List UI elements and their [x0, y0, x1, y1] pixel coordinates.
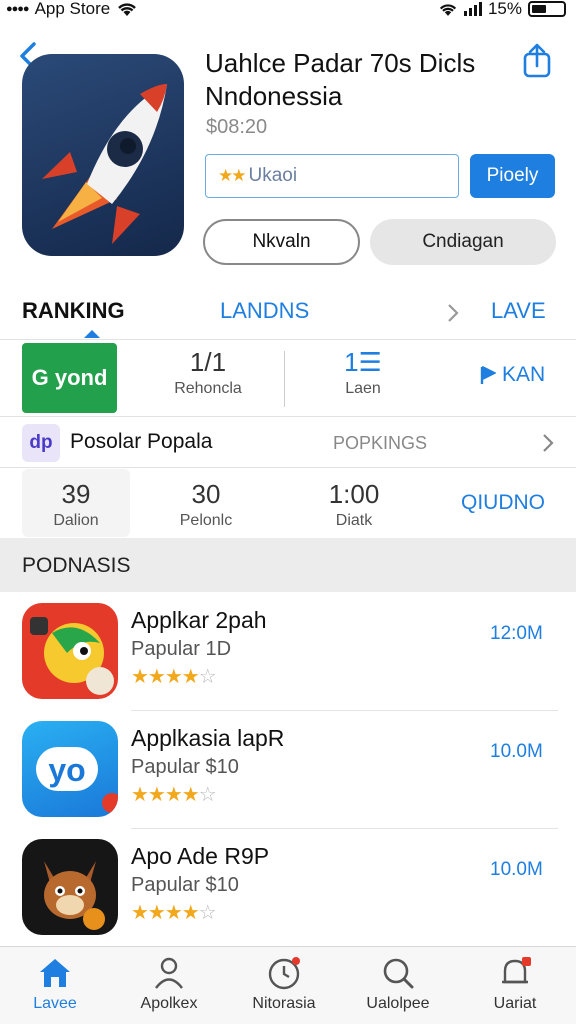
app-icon — [22, 54, 184, 256]
section-header: PODNASIS — [0, 538, 576, 592]
list-item-subtitle: Papular 1D — [131, 638, 232, 660]
list-item[interactable]: Applkar 2pah Papular 1D ★★★★☆ 12:0M — [0, 593, 576, 711]
app-icon — [22, 603, 118, 699]
tab-bar-item-updates[interactable]: Uariat — [460, 955, 570, 1013]
stat-label: Rehoncla — [174, 380, 242, 397]
list-item-subtitle: Papular $10 — [131, 874, 239, 896]
tab-landns[interactable]: LANDNS — [220, 298, 309, 324]
stat-b: 30 Pelonlc — [158, 479, 254, 530]
search-icon — [383, 958, 414, 989]
wifi-icon — [118, 3, 137, 16]
tab-bar: Lavee Apolkex Nitorasia Ualolpee Uariat — [0, 946, 576, 1024]
row-title: Posolar Popala — [70, 430, 213, 453]
qiudno-link[interactable]: QIUDNO — [461, 491, 545, 515]
app-icon — [22, 839, 118, 935]
list-item[interactable]: yo Applkasia lapR Papular $10 ★★★★☆ 10.0… — [0, 711, 576, 829]
stat-list: 1☰ Laen — [318, 347, 408, 398]
stat-label: Pelonlc — [179, 512, 233, 529]
star-rating: ★★★★☆ — [131, 784, 217, 806]
stat-value: 1:00 — [328, 479, 380, 509]
tab-bar-item-apps[interactable]: Apolkex — [114, 955, 224, 1013]
status-bar-right: 15% — [438, 0, 566, 19]
cell-signal-icon — [463, 2, 482, 16]
stats-row-2: 39 Dalion 30 Pelonlc 1:00 Diatk QIUDNO — [0, 469, 576, 537]
app-icon: yo — [22, 721, 118, 817]
fox-icon — [44, 861, 105, 930]
stats-row: G yond 1/1 Rehoncla 1☰ Laen KAN — [0, 341, 576, 417]
stat-value: 1/1 — [189, 347, 227, 377]
stat-value: 39 — [61, 479, 91, 509]
star-icon: ★★ — [218, 166, 247, 185]
person-icon — [155, 957, 183, 989]
tab-bar-label: Apolkex — [140, 995, 198, 1012]
list-item[interactable]: Apo Ade R9P Papular $10 ★★★★☆ 10.0M — [0, 829, 576, 947]
stat-label: Laen — [345, 380, 381, 397]
tab-bar-item-search[interactable]: Ualolpee — [343, 955, 453, 1013]
list-item-title: Applkar 2pah — [131, 607, 267, 633]
status-bar-left: ●●●● App Store — [6, 0, 138, 19]
get-button[interactable]: Pioely — [470, 154, 555, 198]
tab-bar-item-home[interactable]: Lavee — [0, 955, 110, 1013]
stat-label: Diatk — [335, 512, 373, 529]
list-item-subtitle: Papular $10 — [131, 756, 239, 778]
popular-row[interactable]: dp Posolar Popala POPKINGS — [0, 418, 576, 468]
row-link[interactable]: POPKINGS — [333, 433, 427, 454]
star-rating: ★★★★☆ — [131, 902, 217, 924]
chevron-right-icon[interactable] — [541, 431, 555, 455]
stat-value: 30 — [191, 479, 221, 509]
chevron-right-icon[interactable] — [444, 301, 462, 325]
timer-icon — [268, 957, 300, 990]
list-item-size: 10.0M — [490, 741, 543, 762]
stat-value: 1☰ — [344, 347, 382, 377]
flag-icon — [480, 365, 496, 384]
svg-text:yo: yo — [48, 752, 85, 788]
divider — [284, 351, 285, 407]
list-item-size: 12:0M — [490, 623, 543, 644]
secondary-button[interactable]: Nkvaln — [203, 219, 360, 265]
bell-icon — [502, 957, 531, 984]
share-icon[interactable] — [520, 42, 554, 80]
active-tab-indicator — [84, 330, 100, 338]
rocket-icon — [42, 84, 167, 244]
list-item-title: Applkasia lapR — [131, 725, 285, 751]
home-icon — [40, 959, 70, 987]
tab-bar-label: Lavee — [33, 995, 77, 1012]
developer-badge[interactable]: G yond — [22, 343, 117, 413]
stat-a: 39 Dalion — [22, 479, 130, 530]
section-tabs: RANKING LANDNS LAVE — [0, 288, 576, 340]
tab-bar-label: Nitorasia — [252, 995, 316, 1012]
tab-bar-label: Ualolpee — [366, 995, 430, 1012]
list-item-title: Apo Ade R9P — [131, 843, 270, 869]
wifi-icon — [439, 3, 457, 16]
rating-label: Ukaoi — [248, 165, 298, 186]
stat-rank: 1/1 Rehoncla — [160, 347, 256, 398]
tab-bar-label: Uariat — [493, 995, 537, 1012]
battery-icon — [528, 1, 566, 17]
tab-bar-item-games[interactable]: Nitorasia — [229, 955, 339, 1013]
star-rating: ★★★★☆ — [131, 666, 217, 688]
tab-ranking[interactable]: RANKING — [22, 298, 125, 324]
app-small-icon: dp — [22, 424, 60, 462]
kan-label: KAN — [502, 363, 546, 386]
parrot-icon — [30, 617, 114, 695]
signal-dots-icon: ●●●● — [6, 3, 30, 15]
stat-label: Dalion — [53, 512, 99, 529]
yo-logo-icon: yo — [36, 747, 118, 813]
section-title: PODNASIS — [22, 554, 131, 577]
list-item-size: 10.0M — [490, 859, 543, 880]
app-title: Uahlce Padar 70s Dicls Nndonessia — [205, 48, 476, 111]
tab-lave[interactable]: LAVE — [491, 298, 546, 324]
app-price: $08:20 — [206, 116, 268, 138]
rating-field[interactable]: ★★ Ukaoi — [205, 154, 459, 198]
status-bar: ●●●● App Store 15% — [0, 0, 576, 20]
stat-c: 1:00 Diatk — [306, 479, 402, 530]
tertiary-button[interactable]: Cndiagan — [370, 219, 556, 265]
battery-percent: 15% — [487, 0, 522, 18]
kan-link[interactable]: KAN — [480, 363, 545, 387]
carrier-label: App Store — [34, 0, 111, 18]
